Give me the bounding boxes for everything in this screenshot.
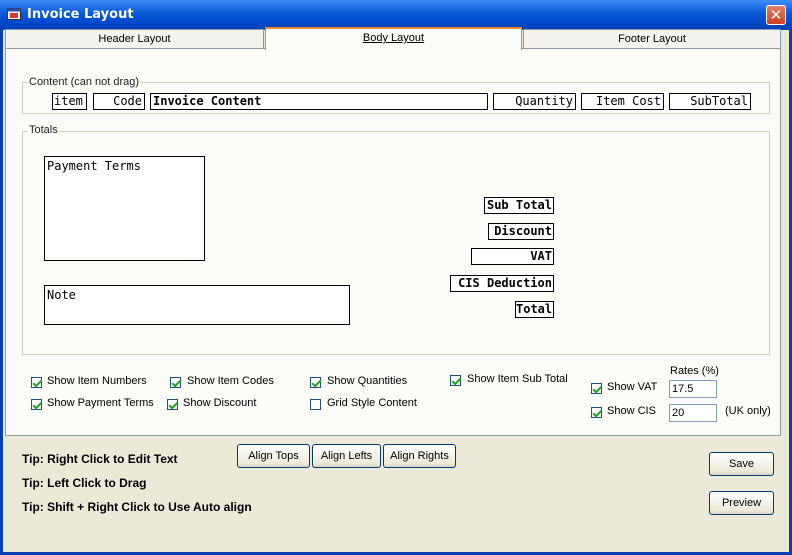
totals-legend: Totals	[28, 124, 59, 136]
show-item-subtotal-label: Show Item Sub Total	[467, 373, 568, 385]
cis-rate-input[interactable]: 20	[669, 404, 717, 422]
close-button[interactable]: ✕	[766, 5, 786, 25]
cis-uk-only-note: (UK only)	[725, 405, 771, 417]
payment-terms-box[interactable]: Payment Terms	[44, 156, 205, 261]
show-cis-checkbox[interactable]	[591, 407, 602, 418]
total-label[interactable]: Total	[515, 301, 554, 318]
content-col-item[interactable]: item	[52, 93, 87, 110]
show-discount-label: Show Discount	[183, 397, 257, 409]
show-payment-terms-checkbox[interactable]	[31, 399, 42, 410]
align-lefts-button[interactable]: Align Lefts	[312, 444, 381, 468]
content-col-subtotal[interactable]: SubTotal	[669, 93, 751, 110]
vat-rate-input[interactable]: 17.5	[669, 380, 717, 398]
tip-shift-right-click: Tip: Shift + Right Click to Use Auto ali…	[22, 500, 252, 514]
tip-left-click: Tip: Left Click to Drag	[22, 476, 147, 490]
vat-label[interactable]: VAT	[471, 248, 554, 265]
grid-style-content-label: Grid Style Content	[327, 397, 417, 409]
show-discount-checkbox[interactable]	[167, 399, 178, 410]
show-quantities-checkbox[interactable]	[310, 377, 321, 388]
show-cis-label: Show CIS	[607, 405, 656, 417]
cis-deduction-label[interactable]: CIS Deduction	[450, 275, 554, 292]
show-quantities-label: Show Quantities	[327, 375, 408, 387]
window-title: Invoice Layout	[27, 7, 134, 22]
tab-header-layout[interactable]: Header Layout	[5, 29, 264, 49]
show-item-codes-label: Show Item Codes	[187, 375, 274, 387]
content-col-item-cost[interactable]: Item Cost	[581, 93, 664, 110]
content-col-quantity[interactable]: Quantity	[493, 93, 576, 110]
align-rights-button[interactable]: Align Rights	[383, 444, 456, 468]
save-button[interactable]: Save	[709, 452, 774, 476]
tip-right-click: Tip: Right Click to Edit Text	[22, 452, 178, 466]
title-bar[interactable]: Invoice Layout ✕	[0, 0, 792, 30]
content-col-code[interactable]: Code	[93, 93, 145, 110]
tab-footer-layout[interactable]: Footer Layout	[523, 29, 781, 49]
align-tops-button[interactable]: Align Tops	[237, 444, 310, 468]
content-col-invoice-content[interactable]: Invoice Content	[150, 93, 488, 110]
rates-label: Rates (%)	[670, 365, 719, 377]
show-item-subtotal-checkbox[interactable]	[450, 375, 461, 386]
preview-button[interactable]: Preview	[709, 491, 774, 515]
show-item-numbers-label: Show Item Numbers	[47, 375, 147, 387]
show-item-numbers-checkbox[interactable]	[31, 377, 42, 388]
show-payment-terms-label: Show Payment Terms	[47, 397, 154, 409]
discount-label[interactable]: Discount	[488, 223, 554, 240]
show-vat-checkbox[interactable]	[591, 383, 602, 394]
tab-body-label: Body Layout	[362, 32, 425, 44]
show-vat-label: Show VAT	[607, 381, 658, 393]
app-icon	[7, 8, 21, 20]
tab-body-layout[interactable]: Body Layout	[265, 27, 522, 50]
note-box[interactable]: Note	[44, 285, 350, 325]
grid-style-content-checkbox[interactable]	[310, 399, 321, 410]
subtotal-label[interactable]: Sub Total	[484, 197, 554, 214]
content-legend: Content (can not drag)	[28, 76, 141, 88]
show-item-codes-checkbox[interactable]	[170, 377, 181, 388]
